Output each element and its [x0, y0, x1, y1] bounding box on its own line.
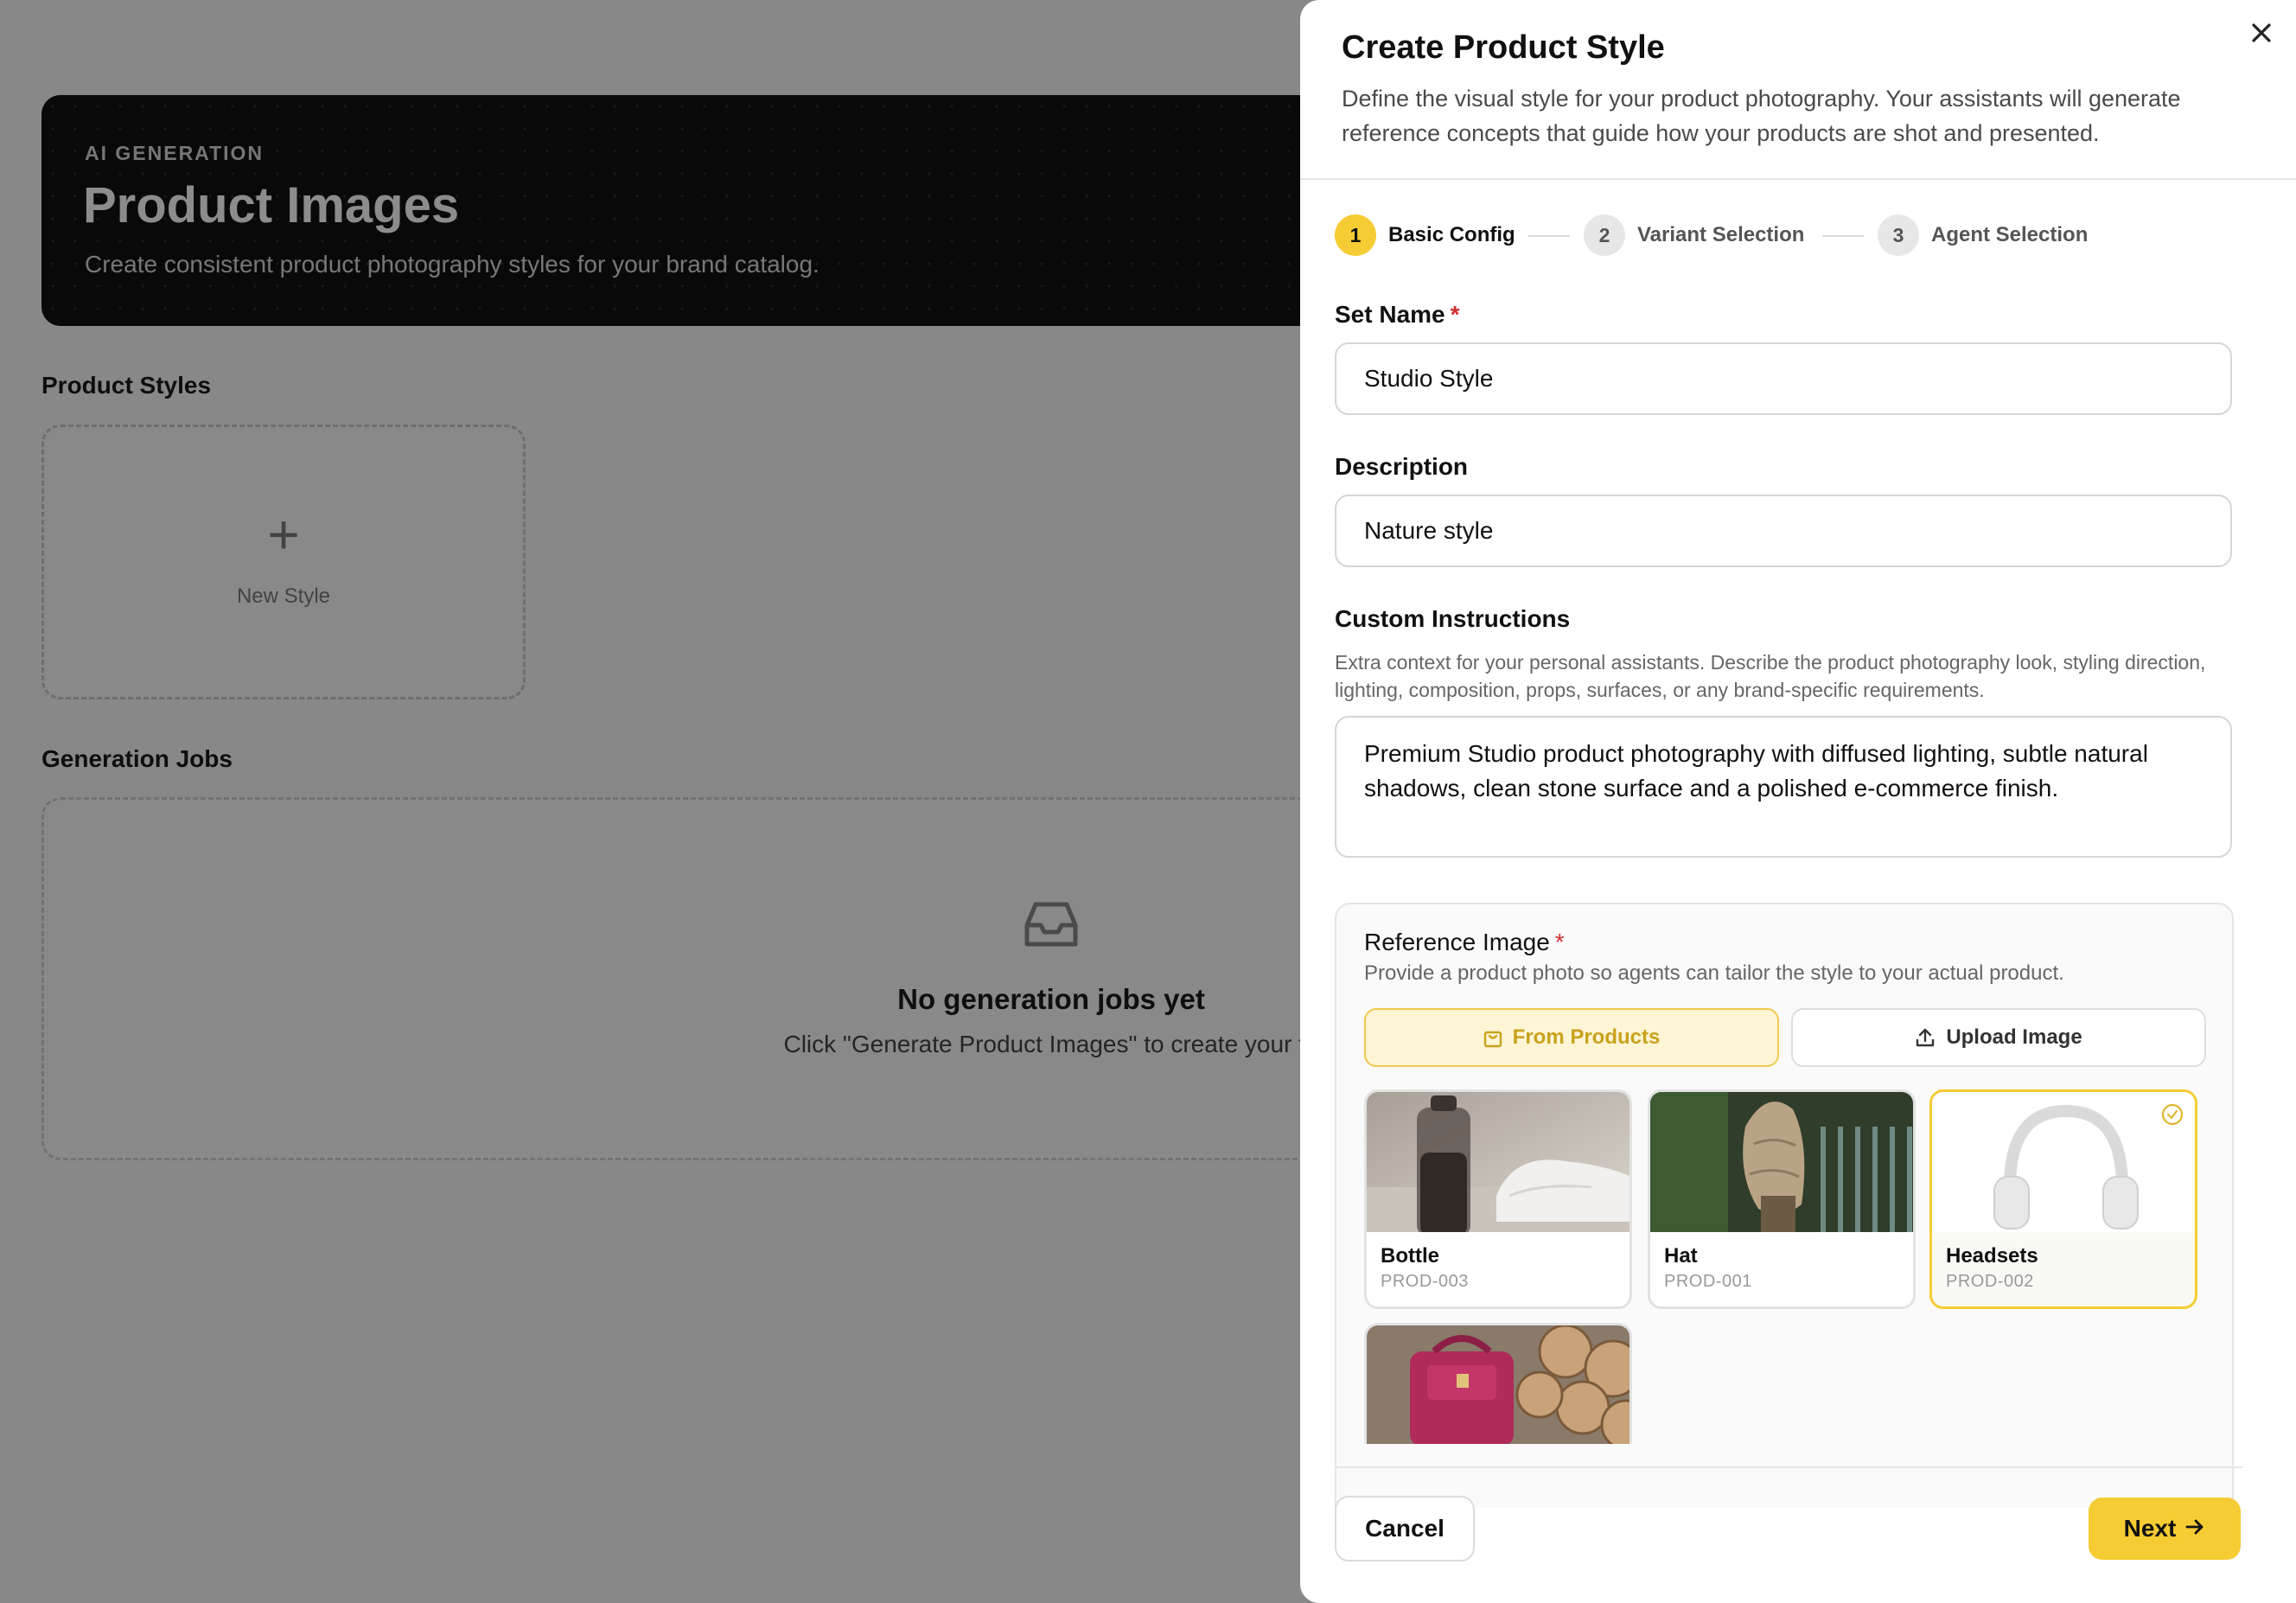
shopping-bag-icon [1483, 1027, 1502, 1048]
set-name-label: Set Name * [1335, 301, 1460, 328]
step-number: 1 [1335, 214, 1376, 256]
product-name: Headsets [1946, 1244, 2038, 1268]
product-card-bottle[interactable]: Bottle PROD-003 [1364, 1089, 1632, 1309]
product-photo-backpack [1367, 1325, 1630, 1444]
divider [1300, 178, 2296, 180]
from-products-button[interactable]: From Products [1364, 1008, 1779, 1067]
step-variant-selection[interactable]: 2 Variant Selection [1584, 214, 1804, 257]
close-icon[interactable] [2244, 17, 2279, 52]
product-photo-headsets [1932, 1092, 2195, 1232]
product-photo-hat [1650, 1092, 1913, 1232]
step-connector [1528, 235, 1570, 237]
description-field[interactable]: Nature style [1335, 495, 2232, 567]
step-agent-selection[interactable]: 3 Agent Selection [1878, 214, 2088, 257]
step-label: Basic Config [1388, 223, 1515, 246]
footer-divider [1335, 1466, 2242, 1468]
next-button[interactable]: Next [2089, 1498, 2241, 1560]
drawer-title: Create Product Style [1342, 29, 1665, 66]
custom-instructions-label: Custom Instructions [1335, 605, 1571, 632]
product-card-backpack[interactable] [1364, 1323, 1632, 1444]
step-number: 2 [1584, 214, 1625, 256]
product-name: Bottle [1381, 1244, 1439, 1268]
step-label: Variant Selection [1637, 223, 1805, 246]
product-name: Hat [1664, 1244, 1698, 1268]
step-connector [1822, 235, 1864, 237]
cancel-button[interactable]: Cancel [1335, 1496, 1475, 1561]
required-marker: * [1450, 301, 1460, 328]
product-photo-bottle [1367, 1092, 1630, 1232]
upload-image-button[interactable]: Upload Image [1791, 1008, 2206, 1067]
custom-instructions-textarea[interactable]: Premium Studio product photography with … [1335, 716, 2232, 858]
description-value: Nature style [1364, 517, 1494, 544]
next-label: Next [2123, 1515, 2177, 1542]
step-basic-config[interactable]: 1 Basic Config [1335, 214, 1515, 257]
custom-instructions-help: Extra context for your personal assistan… [1335, 651, 2206, 701]
set-name-field[interactable]: Studio Style [1335, 342, 2232, 415]
step-number: 3 [1878, 214, 1919, 256]
drawer-description: Define the visual style for your product… [1342, 86, 2181, 146]
description-label: Description [1335, 453, 1469, 480]
arrow-right-icon [2184, 1515, 2205, 1542]
product-sku: PROD-001 [1664, 1272, 1752, 1291]
product-sku: PROD-003 [1381, 1272, 1469, 1291]
check-circle-icon [2161, 1103, 2184, 1126]
upload-icon [1915, 1027, 1936, 1048]
step-label: Agent Selection [1931, 223, 2089, 246]
reference-image-label: Reference Image * [1364, 929, 1565, 955]
required-marker: * [1554, 929, 1565, 955]
upload-image-label: Upload Image [1946, 1025, 2082, 1049]
set-name-value: Studio Style [1364, 365, 1494, 392]
product-card-headsets[interactable]: Headsets PROD-002 [1929, 1089, 2197, 1309]
reference-image-subtitle: Provide a product photo so agents can ta… [1364, 961, 2064, 985]
product-sku: PROD-002 [1946, 1272, 2034, 1291]
product-card-hat[interactable]: Hat PROD-001 [1648, 1089, 1916, 1309]
from-products-label: From Products [1512, 1025, 1661, 1049]
custom-instructions-value: Premium Studio product photography with … [1364, 740, 2148, 802]
